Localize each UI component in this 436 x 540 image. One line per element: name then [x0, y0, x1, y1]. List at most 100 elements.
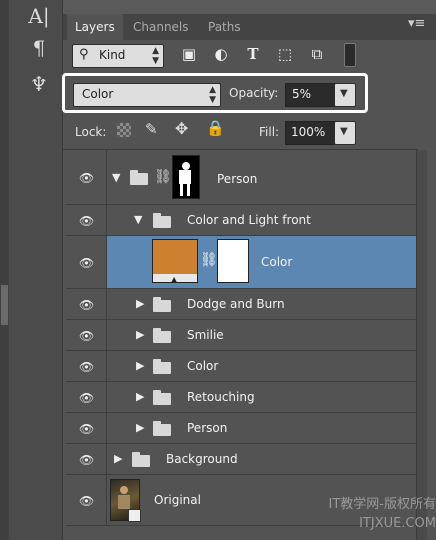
lock-transparent-pixels-icon[interactable] [117, 123, 131, 137]
filter-toggle-switch[interactable] [344, 43, 356, 67]
layer-name: Smilie [187, 328, 224, 342]
fill-label: Fill: [259, 125, 280, 139]
layer-row-retouching[interactable]: 👁 ▶ Retouching [66, 382, 416, 413]
visibility-toggle[interactable]: 👁 [66, 382, 107, 412]
folder-icon [130, 170, 148, 185]
lock-all-icon[interactable]: 🔒 [206, 119, 225, 137]
eye-icon: 👁 [79, 453, 95, 467]
collapse-triangle-icon[interactable]: ▶ [136, 421, 144, 434]
link-icon: ⛓ [154, 169, 172, 185]
opacity-input[interactable]: 5% [285, 83, 335, 107]
updown-arrow-icon: ▲ ▼ [209, 85, 216, 105]
tab-channels[interactable]: Channels [125, 14, 197, 40]
layer-name: Person [217, 172, 258, 186]
visibility-toggle[interactable]: 👁 [66, 205, 107, 235]
shape-layer-filter-icon[interactable]: ⬚ [276, 45, 294, 63]
folder-icon [153, 297, 171, 312]
collapse-triangle-icon[interactable]: ▶ [136, 359, 144, 372]
type-layer-filter-icon[interactable]: T [244, 45, 262, 63]
visibility-toggle[interactable]: 👁 [66, 475, 107, 525]
smart-object-badge-icon [128, 509, 141, 522]
layer-row-color-fill[interactable]: 👁 ▲ ⛓ Color [66, 236, 416, 289]
folder-icon [153, 328, 171, 343]
left-scroll-thumb[interactable] [1, 285, 8, 325]
layer-name: Original [154, 493, 201, 507]
mask-leg-shape [180, 184, 183, 196]
filter-kind-dropdown[interactable]: ⚲ Kind ▲ ▼ [72, 44, 164, 68]
opacity-label: Opacity: [229, 86, 279, 100]
layer-row-background-group[interactable]: 👁 ▶ Background [66, 444, 416, 475]
collapse-triangle-icon[interactable]: ▶ [136, 297, 144, 310]
smart-object-filter-icon[interactable]: ⧉ [308, 45, 326, 63]
layer-name: Color [261, 255, 293, 269]
photo-thumbnail[interactable] [110, 479, 141, 522]
thumbnail-figure-body [118, 495, 130, 509]
visibility-toggle[interactable]: 👁 [66, 320, 107, 350]
visibility-toggle[interactable]: 👁 [66, 236, 107, 288]
folder-icon [153, 421, 171, 436]
blend-mode-dropdown[interactable]: Color ▲ ▼ [73, 83, 221, 107]
collapse-triangle-icon[interactable]: ▶ [136, 390, 144, 403]
lock-image-pixels-icon[interactable]: ✎ [145, 120, 158, 138]
visibility-toggle[interactable]: 👁 [66, 289, 107, 319]
layers-scrollbar[interactable] [416, 150, 427, 540]
visibility-toggle[interactable]: 👁 [66, 351, 107, 381]
eye-icon: 👁 [79, 171, 95, 185]
layer-row-person-group[interactable]: 👁 ▼ ⛓ Person [66, 150, 416, 205]
panel-menu-icon[interactable]: ▾≡ [408, 16, 425, 31]
collapse-triangle-icon[interactable]: ▶ [136, 328, 144, 341]
triangle-icon: ▲ [171, 275, 178, 284]
lock-position-icon[interactable]: ✥ [175, 119, 188, 138]
layer-row-color-and-light-front[interactable]: 👁 ▼ Color and Light front [66, 205, 416, 236]
fill-layer-thumbnail[interactable]: ▲ [152, 239, 198, 284]
eye-icon: 👁 [79, 391, 95, 405]
layer-name: Background [166, 452, 238, 466]
eye-icon: 👁 [79, 360, 95, 374]
filter-kind-label: Kind [99, 48, 126, 62]
adjustment-layer-filter-icon[interactable]: ◐ [212, 45, 230, 63]
mask-body-shape [179, 170, 191, 184]
updown-arrow-icon: ▲ ▼ [152, 46, 159, 66]
eye-icon: 👁 [79, 256, 95, 270]
layer-name: Color and Light front [187, 213, 311, 227]
text-tool-icon[interactable]: A| [22, 2, 56, 30]
tab-paths[interactable]: Paths [200, 14, 249, 40]
puppet-warp-icon[interactable]: ♆ [22, 70, 56, 98]
tab-layers[interactable]: Layers [67, 14, 123, 40]
visibility-toggle[interactable]: 👁 [66, 444, 107, 474]
expand-triangle-icon[interactable]: ▼ [134, 213, 142, 226]
chevron-down-icon: ▼ [340, 126, 348, 137]
layer-name: Person [187, 421, 228, 435]
eye-icon: 👁 [79, 422, 95, 436]
pixel-layer-filter-icon[interactable]: ▣ [180, 45, 198, 63]
layer-name: Retouching [187, 390, 255, 404]
eye-icon: 👁 [79, 298, 95, 312]
fill-value: 100% [291, 125, 326, 139]
blend-mode-value: Color [82, 87, 114, 101]
left-scrollbar[interactable] [0, 0, 9, 540]
expand-triangle-icon[interactable]: ▼ [112, 171, 120, 184]
layer-row-person-inner[interactable]: 👁 ▶ Person [66, 413, 416, 444]
watermark-line2: ITJXUE.COM [359, 516, 436, 531]
layer-name: Dodge and Burn [187, 297, 285, 311]
folder-icon [153, 213, 171, 228]
collapse-triangle-icon[interactable]: ▶ [114, 452, 122, 465]
fill-input[interactable]: 100% [285, 121, 335, 145]
eye-icon: 👁 [79, 214, 95, 228]
layer-mask-thumbnail[interactable] [172, 155, 200, 199]
visibility-toggle[interactable]: 👁 [66, 150, 107, 204]
eye-icon: 👁 [79, 494, 95, 508]
visibility-toggle[interactable]: 👁 [66, 413, 107, 443]
layer-row-dodge-and-burn[interactable]: 👁 ▶ Dodge and Burn [66, 289, 416, 320]
paragraph-icon[interactable]: ¶ [22, 34, 56, 62]
layer-mask-thumbnail[interactable] [217, 239, 249, 283]
chevron-down-icon: ▼ [340, 88, 348, 99]
opacity-dropdown-button[interactable]: ▼ [334, 83, 356, 107]
fill-dropdown-button[interactable]: ▼ [334, 121, 356, 145]
folder-icon [132, 452, 150, 467]
lock-label: Lock: [75, 125, 107, 139]
watermark-line1: IT教学网-版权所有 [328, 497, 436, 512]
layer-row-smilie[interactable]: 👁 ▶ Smilie [66, 320, 416, 351]
layer-row-color-group[interactable]: 👁 ▶ Color [66, 351, 416, 382]
mask-head-shape [182, 162, 190, 170]
